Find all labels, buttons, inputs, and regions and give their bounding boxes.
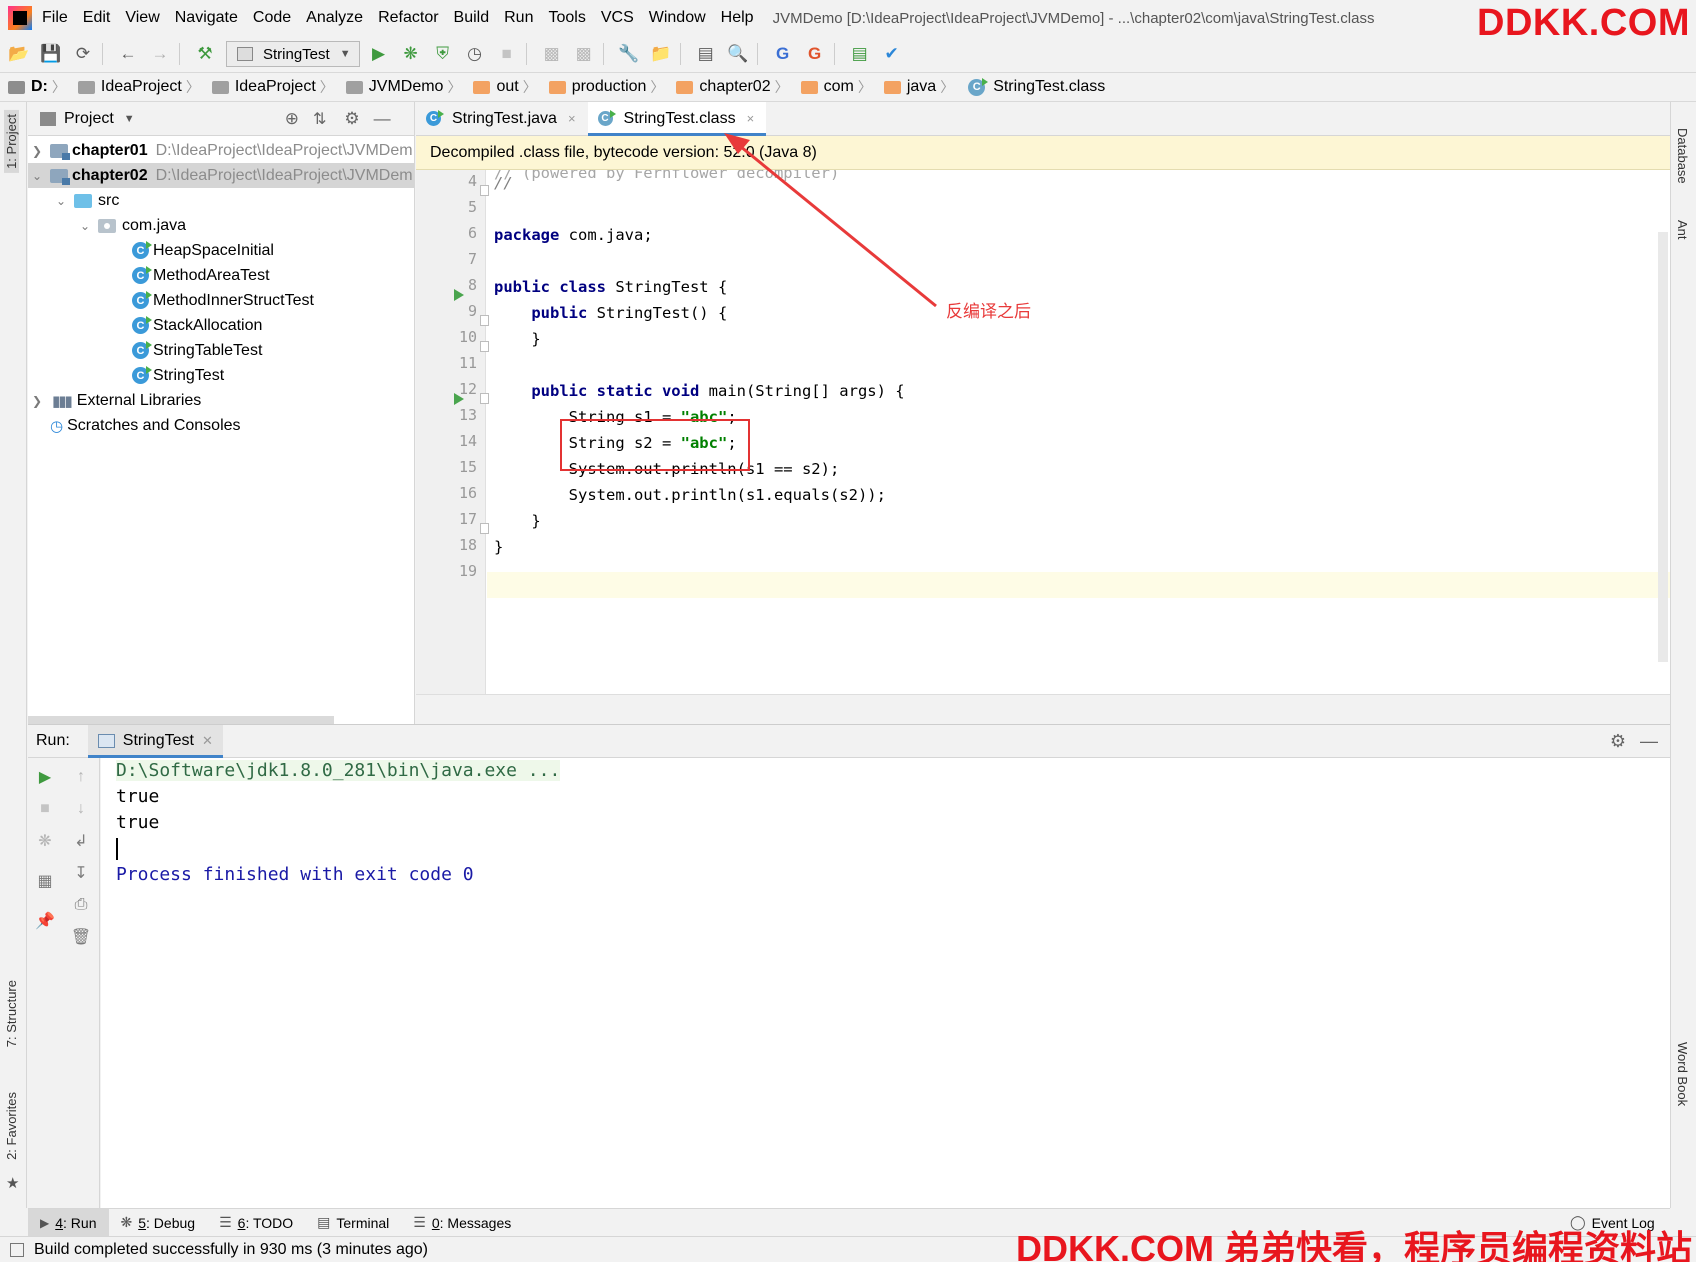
tool-tab-terminal[interactable]: ▤ Terminal	[305, 1209, 401, 1237]
list-icon: ☰	[219, 1214, 232, 1230]
toggle-tool-windows-icon[interactable]	[10, 1242, 24, 1257]
run-panel-header: Run: StringTest ✕ ⚙ —	[28, 724, 1670, 758]
console-exit-line: Process finished with exit code 0	[116, 864, 474, 885]
tool-tab-debug[interactable]: ❋ 5: Debug	[109, 1209, 208, 1237]
status-message: Build completed successfully in 930 ms (…	[34, 1240, 428, 1258]
soft-wrap-icon[interactable]: ↲	[70, 830, 92, 852]
down-icon[interactable]: ↓	[70, 798, 92, 820]
tool-tab-messages[interactable]: ☰ 0: Messages	[401, 1209, 523, 1237]
terminal-icon: ▤	[317, 1214, 331, 1230]
layout-icon[interactable]: ▦	[34, 870, 56, 892]
run-icon: ▶	[40, 1215, 50, 1230]
up-icon[interactable]: ↑	[70, 766, 92, 788]
pin-icon[interactable]: 📌	[34, 910, 56, 932]
text-caret	[116, 838, 118, 860]
annotation-text: 反编译之后	[946, 302, 1031, 321]
messages-icon: ☰	[413, 1214, 426, 1230]
watermark-bottom: DDKK.COM 弟弟快看，程序员编程资料站	[1016, 1228, 1692, 1262]
run-config-icon	[97, 734, 115, 748]
run-tab-stringtest[interactable]: StringTest ✕	[87, 724, 223, 758]
console-output-line: true	[116, 812, 160, 833]
print-icon[interactable]: ⎙	[70, 894, 92, 916]
gear-icon[interactable]: ⚙	[1610, 731, 1626, 752]
tool-tab-run[interactable]: ▶ 4: Run	[28, 1208, 109, 1237]
rerun-icon[interactable]: ▶	[34, 766, 56, 788]
restore-layout-icon[interactable]: ❋	[34, 830, 56, 852]
run-panel-label: Run:	[36, 732, 70, 749]
run-toolbar: ▶ ↑ ■ ↓ ❋ ↲ ↧ ▦ ⎙ 📌 🗑	[28, 758, 100, 1208]
debug-icon: ❋	[120, 1214, 133, 1230]
stop-icon[interactable]: ■	[34, 798, 56, 820]
tool-tab-todo[interactable]: ☰ 6: TODO	[207, 1209, 305, 1237]
close-icon[interactable]: ✕	[202, 733, 213, 749]
console-command-line: D:\Software\jdk1.8.0_281\bin\java.exe ..…	[116, 760, 561, 781]
hide-icon[interactable]: —	[1640, 731, 1658, 752]
console-output-line: true	[116, 786, 160, 807]
console-output[interactable]: D:\Software\jdk1.8.0_281\bin\java.exe ..…	[101, 758, 1670, 1208]
scroll-to-end-icon[interactable]: ↧	[70, 862, 92, 884]
trash-icon[interactable]: 🗑	[70, 926, 92, 948]
